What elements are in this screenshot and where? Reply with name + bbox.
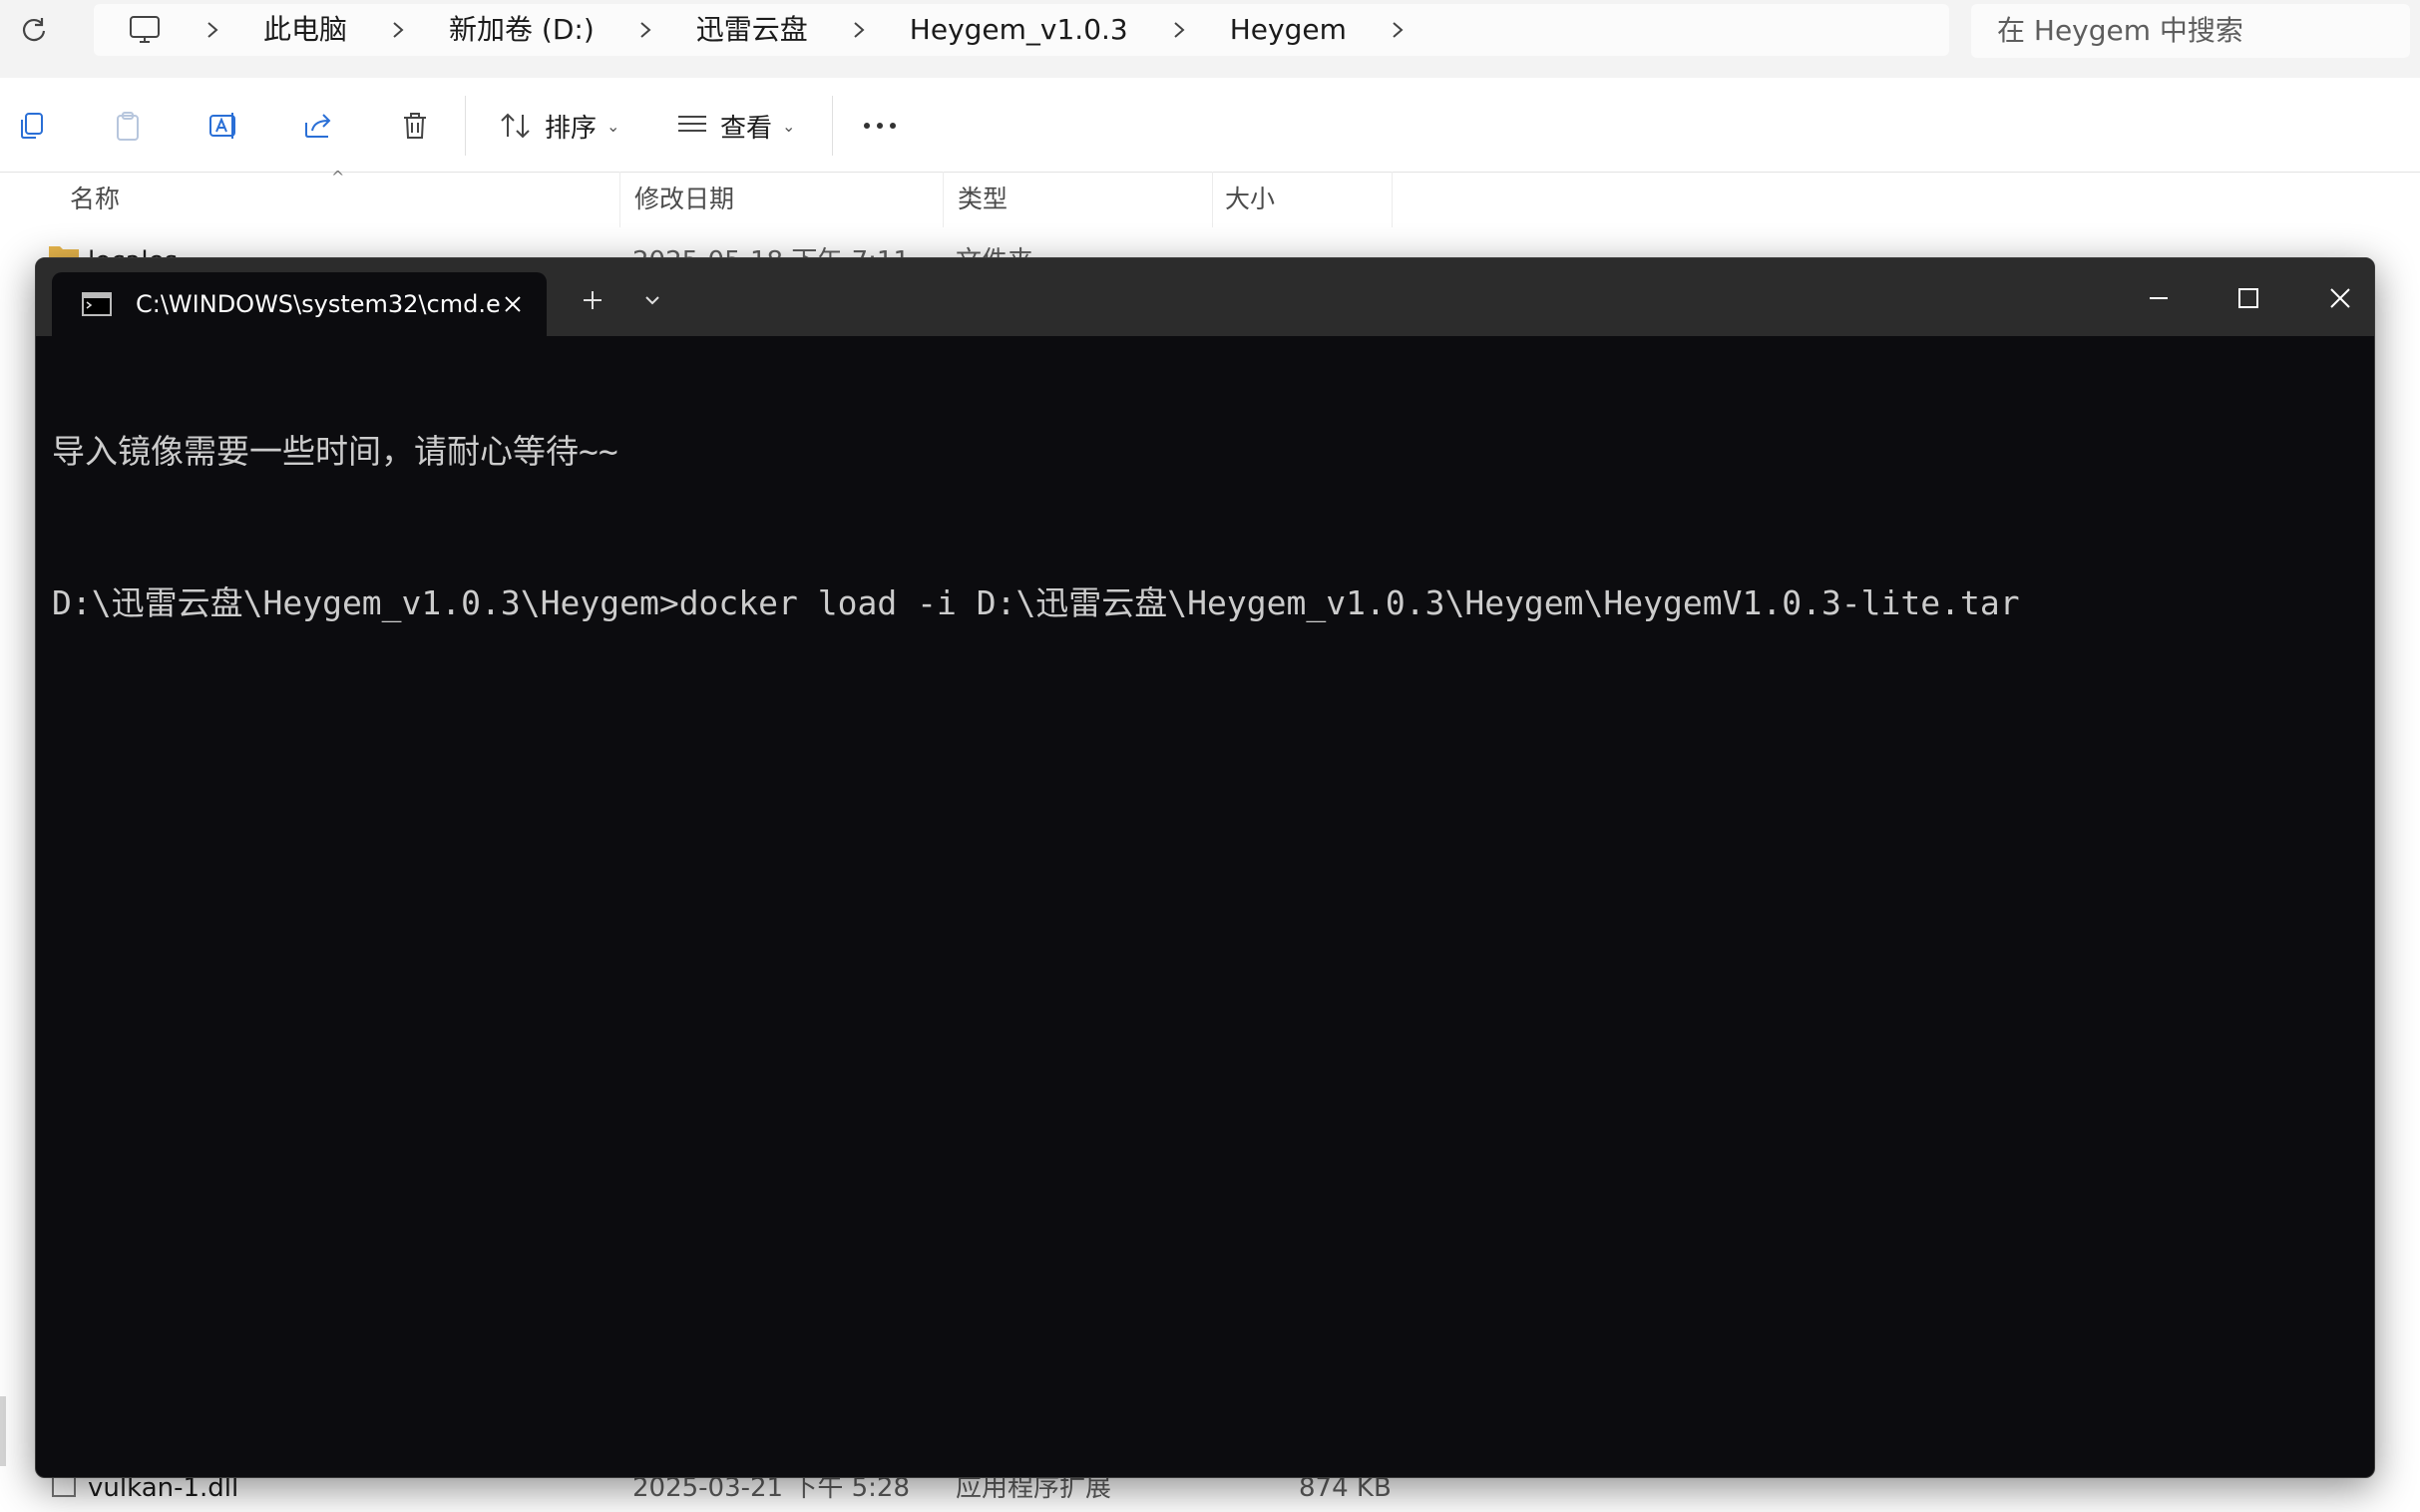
terminal-window: C:\WINDOWS\system32\cmd.e 导入镜像需要一些时间，请耐心… — [35, 257, 2375, 1478]
rename-button[interactable] — [200, 102, 247, 150]
terminal-tab-title: C:\WINDOWS\system32\cmd.e — [136, 290, 501, 318]
sort-menu-button[interactable]: 排序 ⌄ — [499, 102, 619, 150]
chevron-down-icon: ⌄ — [782, 116, 796, 136]
list-view-icon — [678, 116, 706, 132]
monitor-icon — [130, 16, 160, 43]
refresh-button[interactable] — [16, 12, 52, 48]
toolbar-divider — [832, 96, 833, 156]
column-header-modified[interactable]: 修改日期 — [620, 172, 944, 227]
terminal-line: D:\迅雷云盘\Heygem_v1.0.3\Heygem>docker load… — [52, 583, 2020, 622]
column-header-name[interactable]: 名称 — [8, 172, 620, 227]
chevron-right-icon — [186, 4, 239, 56]
more-icon — [864, 123, 896, 129]
address-bar: 此电脑 新加卷 (D:) 迅雷云盘 Heygem_v1.0.3 Heygem 在… — [0, 0, 2420, 79]
terminal-output[interactable]: 导入镜像需要一些时间，请耐心等待~~ D:\迅雷云盘\Heygem_v1.0.3… — [52, 350, 2346, 731]
copy-button[interactable] — [8, 102, 56, 150]
chevron-right-icon — [1152, 4, 1206, 56]
clipboard-icon — [117, 112, 139, 141]
chevron-down-icon[interactable] — [632, 280, 672, 320]
sort-icon — [501, 113, 530, 139]
refresh-icon — [22, 18, 46, 42]
chevron-down-icon: ⌄ — [606, 116, 620, 136]
cmd-icon — [82, 292, 112, 316]
view-label: 查看 — [720, 113, 773, 144]
chevron-right-icon — [371, 4, 425, 56]
navigation-pane-edge — [0, 1396, 6, 1466]
share-button[interactable] — [295, 102, 343, 150]
terminal-titlebar[interactable]: C:\WINDOWS\system32\cmd.e — [36, 258, 2374, 336]
close-tab-icon[interactable] — [499, 290, 527, 318]
column-header-type[interactable]: 类型 — [944, 172, 1213, 227]
breadcrumb-item-this-pc[interactable]: 此电脑 — [239, 4, 371, 56]
chevron-right-icon[interactable] — [1371, 4, 1424, 56]
breadcrumb-item-heygem[interactable]: Heygem — [1206, 4, 1371, 56]
more-options-button[interactable] — [856, 102, 904, 150]
share-icon — [305, 114, 331, 138]
delete-button[interactable] — [391, 102, 439, 150]
column-headers: 名称 修改日期 类型 大小 — [0, 172, 1397, 227]
terminal-line: 导入镜像需要一些时间，请耐心等待~~ — [52, 432, 618, 471]
trash-icon — [404, 113, 426, 139]
toolbar-divider — [465, 96, 466, 156]
breadcrumb-item-xunlei[interactable]: 迅雷云盘 — [672, 4, 832, 56]
chevron-right-icon — [618, 4, 672, 56]
maximize-icon[interactable] — [2226, 276, 2270, 320]
breadcrumb-item-heygem-version[interactable]: Heygem_v1.0.3 — [886, 4, 1152, 56]
sort-label: 排序 — [545, 113, 598, 144]
rename-icon — [209, 113, 235, 139]
command-bar: 排序 ⌄ 查看 ⌄ — [0, 78, 2420, 173]
paste-button[interactable] — [104, 102, 152, 150]
minimize-icon[interactable] — [2137, 276, 2181, 320]
breadcrumb[interactable]: 此电脑 新加卷 (D:) 迅雷云盘 Heygem_v1.0.3 Heygem — [94, 4, 1949, 56]
terminal-tab[interactable]: C:\WINDOWS\system32\cmd.e — [52, 272, 547, 336]
search-input[interactable]: 在 Heygem 中搜索 — [1971, 4, 2410, 58]
column-header-size[interactable]: 大小 — [1213, 172, 1393, 227]
new-tab-icon[interactable] — [573, 280, 612, 320]
copy-icon — [21, 113, 43, 139]
this-pc-crumb[interactable] — [104, 4, 186, 56]
breadcrumb-item-drive-d[interactable]: 新加卷 (D:) — [425, 4, 618, 56]
view-menu-button[interactable]: 查看 ⌄ — [676, 102, 795, 150]
chevron-right-icon — [832, 4, 886, 56]
close-icon[interactable] — [2318, 276, 2362, 320]
